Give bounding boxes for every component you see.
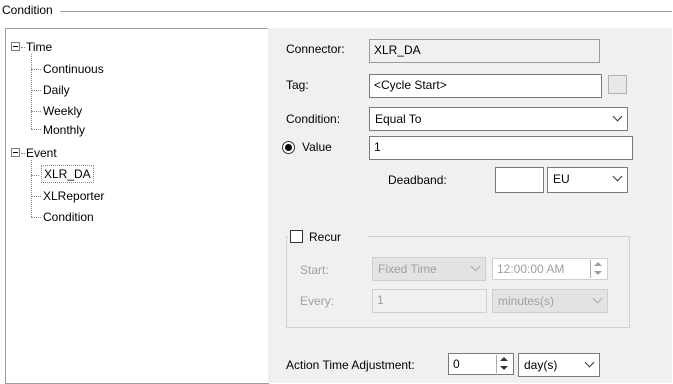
- condition-properties-panel: Connector: XLR_DA Tag: <Cycle Start> Con…: [268, 28, 672, 383]
- recur-label: Recur: [309, 230, 342, 244]
- spinner-arrows-icon[interactable]: [590, 260, 606, 278]
- tree-connector: [21, 47, 25, 48]
- tree-connector: [31, 196, 41, 197]
- start-mode-dropdown[interactable]: Fixed Time: [372, 257, 486, 281]
- every-unit-dropdown[interactable]: minutes(s): [492, 289, 608, 313]
- every-unit-value: minutes(s): [498, 294, 555, 308]
- chevron-down-icon: [612, 111, 623, 122]
- recur-group: [286, 236, 630, 328]
- start-label: Start:: [300, 263, 329, 277]
- deadband-unit-value: EU: [553, 172, 570, 186]
- chevron-down-icon: [612, 171, 623, 182]
- condition-label: Condition:: [286, 112, 341, 126]
- tree-connector: [31, 54, 32, 129]
- tree-node-continuous[interactable]: Continuous: [43, 62, 104, 76]
- start-mode-value: Fixed Time: [378, 262, 437, 276]
- tree-node-weekly[interactable]: Weekly: [43, 104, 82, 118]
- group-title: Condition: [2, 3, 57, 17]
- recur-header: Recur: [288, 227, 368, 247]
- action-time-adjustment-spinner[interactable]: 0: [448, 353, 514, 375]
- tag-field[interactable]: <Cycle Start>: [369, 74, 602, 98]
- action-time-adjustment-label: Action Time Adjustment:: [286, 358, 415, 372]
- tree-connector: [31, 90, 41, 91]
- every-field[interactable]: 1: [372, 289, 487, 313]
- collapse-time-icon[interactable]: [11, 42, 20, 51]
- value-radio-button[interactable]: [282, 141, 295, 154]
- tree-connector: [31, 69, 41, 70]
- tree-node-xlr-da[interactable]: XLR_DA: [41, 165, 94, 183]
- tree-connector: [31, 175, 39, 176]
- chevron-down-icon: [592, 293, 603, 304]
- tree-node-condition[interactable]: Condition: [43, 210, 94, 224]
- tree-node-daily[interactable]: Daily: [43, 83, 70, 97]
- start-time-value: 12:00:00 AM: [497, 262, 565, 276]
- tree-node-xlreporter[interactable]: XLReporter: [43, 189, 104, 203]
- value-radio-label: Value: [302, 140, 332, 154]
- recur-checkbox[interactable]: [290, 230, 303, 243]
- deadband-field[interactable]: [495, 167, 544, 193]
- condition-tree[interactable]: Time Continuous Daily Weekly Monthly Eve…: [5, 28, 269, 384]
- condition-value: Equal To: [375, 112, 422, 126]
- chevron-down-icon: [470, 261, 481, 272]
- every-label: Every:: [300, 294, 335, 308]
- tree-node-event[interactable]: Event: [26, 146, 57, 160]
- group-divider: [60, 11, 672, 12]
- tree-connector: [31, 160, 32, 217]
- tree-connector: [31, 129, 41, 130]
- action-time-adjustment-value: 0: [453, 357, 460, 371]
- connector-label: Connector:: [286, 42, 345, 56]
- tree-connector: [31, 111, 41, 112]
- action-time-unit-dropdown[interactable]: day(s): [518, 353, 600, 377]
- deadband-unit-dropdown[interactable]: EU: [547, 167, 628, 193]
- tag-browse-button[interactable]: [608, 75, 627, 94]
- tag-label: Tag:: [286, 78, 309, 92]
- chevron-down-icon: [584, 357, 595, 368]
- tree-connector: [31, 217, 41, 218]
- collapse-event-icon[interactable]: [11, 148, 20, 157]
- condition-dropdown[interactable]: Equal To: [369, 107, 628, 131]
- tree-connector: [21, 153, 25, 154]
- start-time-spinner[interactable]: 12:00:00 AM: [492, 258, 608, 280]
- action-time-unit-value: day(s): [524, 358, 558, 372]
- tree-node-monthly[interactable]: Monthly: [43, 123, 85, 137]
- value-field[interactable]: 1: [369, 136, 633, 160]
- connector-field[interactable]: XLR_DA: [369, 39, 600, 63]
- deadband-label: Deadband:: [388, 173, 447, 187]
- spinner-arrows-icon[interactable]: [496, 355, 512, 373]
- tree-node-time[interactable]: Time: [26, 40, 52, 54]
